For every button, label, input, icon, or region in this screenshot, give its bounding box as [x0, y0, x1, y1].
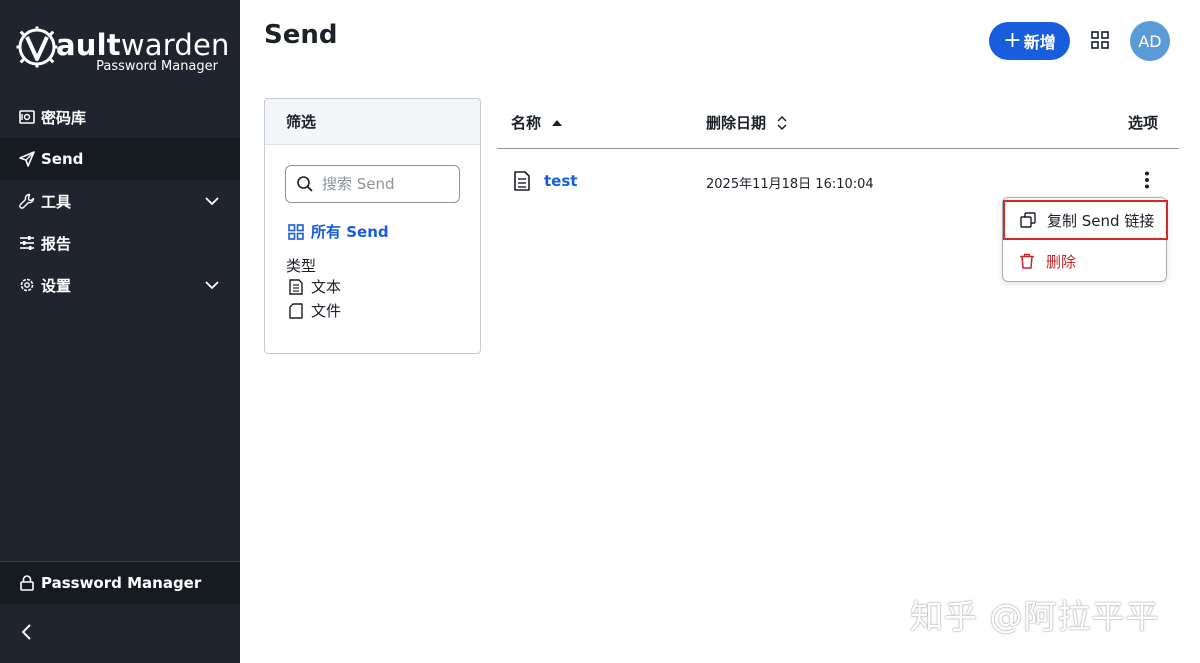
file-icon [289, 302, 303, 319]
new-send-button-label: 新增 [1023, 33, 1056, 52]
sidebar-item-label: 工具 [41, 192, 72, 211]
sidebar-item-settings[interactable]: 设置 [0, 264, 240, 306]
text-file-icon [289, 278, 303, 295]
send-name: test [544, 172, 578, 190]
sidebar-item-label: 密码库 [41, 108, 87, 127]
copy-send-link-label: 复制 Send 链接 [1047, 211, 1155, 230]
send-name-link[interactable]: test [513, 170, 577, 192]
logo-wordmark: aultwarden [56, 28, 230, 62]
column-deletion-date-header[interactable]: 删除日期 [706, 112, 788, 133]
sidebar-item-tools[interactable]: 工具 [0, 180, 240, 222]
column-deletion-date-label: 删除日期 [706, 114, 767, 132]
sidebar-item-vault[interactable]: 密码库 [0, 96, 240, 138]
column-name-header[interactable]: 名称 [511, 112, 563, 133]
copy-send-link-menu-item[interactable]: 复制 Send 链接 [1003, 200, 1168, 240]
filter-type-label: 文件 [311, 302, 342, 320]
sidebar-item-send[interactable]: Send [0, 138, 240, 180]
search-icon [297, 176, 313, 192]
sidebar: aultwarden Password Manager 密码库 Send 工具 [0, 0, 240, 663]
lock-icon [18, 574, 36, 592]
sidebar-item-label: 设置 [41, 276, 72, 295]
filter-types-heading: 类型 [286, 257, 317, 275]
send-icon [18, 150, 36, 168]
gear-icon [18, 276, 36, 294]
logo-subtitle: Password Manager [96, 59, 218, 74]
new-send-button[interactable]: + 新增 [989, 22, 1070, 60]
copy-icon [1020, 212, 1036, 228]
sidebar-item-label: 报告 [41, 234, 72, 253]
filter-all-sends[interactable]: 所有 Send [288, 221, 389, 242]
column-name-label: 名称 [511, 114, 542, 132]
filter-panel: 筛选 所有 Send 类型 文本 文件 [264, 98, 481, 354]
column-options-header: 选项 [1128, 114, 1159, 132]
grid-icon [288, 223, 304, 240]
row-options-button[interactable] [1137, 169, 1157, 191]
send-deletion-date: 2025年11月18日 16:10:04 [706, 177, 874, 192]
chevron-down-icon[interactable] [204, 193, 220, 209]
sends-table-header: 名称 删除日期 选项 [497, 98, 1179, 149]
filter-type-file[interactable]: 文件 [289, 300, 341, 321]
chevron-down-icon[interactable] [204, 277, 220, 293]
filter-title: 筛选 [265, 99, 480, 145]
text-file-icon [514, 171, 530, 191]
sidebar-nav: 密码库 Send 工具 报告 设置 [0, 96, 240, 306]
plus-icon: + [1003, 28, 1022, 53]
delete-menu-item[interactable]: 删除 [1003, 242, 1168, 280]
page-title: Send [264, 20, 338, 50]
sliders-icon [18, 234, 36, 252]
product-switcher-label: Password Manager [41, 574, 202, 592]
delete-label: 删除 [1046, 252, 1077, 271]
watermark-text: 知乎 @阿拉平平 [910, 597, 1160, 636]
logo-gear-icon [16, 26, 58, 68]
row-options-menu: 复制 Send 链接 删除 [1002, 197, 1168, 282]
wrench-icon [18, 192, 36, 210]
account-avatar[interactable]: AD [1130, 21, 1170, 61]
search-field[interactable] [285, 165, 460, 203]
product-switcher-grid-icon[interactable] [1090, 30, 1110, 50]
sort-unsorted-icon [776, 115, 788, 131]
sidebar-item-label: Send [41, 150, 84, 168]
sidebar-item-reports[interactable]: 报告 [0, 222, 240, 264]
chevron-left-icon[interactable] [16, 621, 38, 643]
product-switcher-password-manager[interactable]: Password Manager [0, 561, 240, 604]
filter-type-text[interactable]: 文本 [289, 276, 341, 297]
vault-icon [18, 108, 36, 126]
sidebar-footer: Password Manager [0, 561, 240, 663]
filter-all-sends-label: 所有 Send [311, 223, 389, 241]
filter-type-label: 文本 [311, 278, 342, 296]
search-input[interactable] [322, 175, 452, 193]
vaultwarden-logo[interactable]: aultwarden Password Manager [16, 24, 229, 79]
sort-ascending-icon [551, 119, 563, 127]
kebab-menu-icon [1145, 171, 1149, 189]
trash-icon [1020, 253, 1034, 269]
